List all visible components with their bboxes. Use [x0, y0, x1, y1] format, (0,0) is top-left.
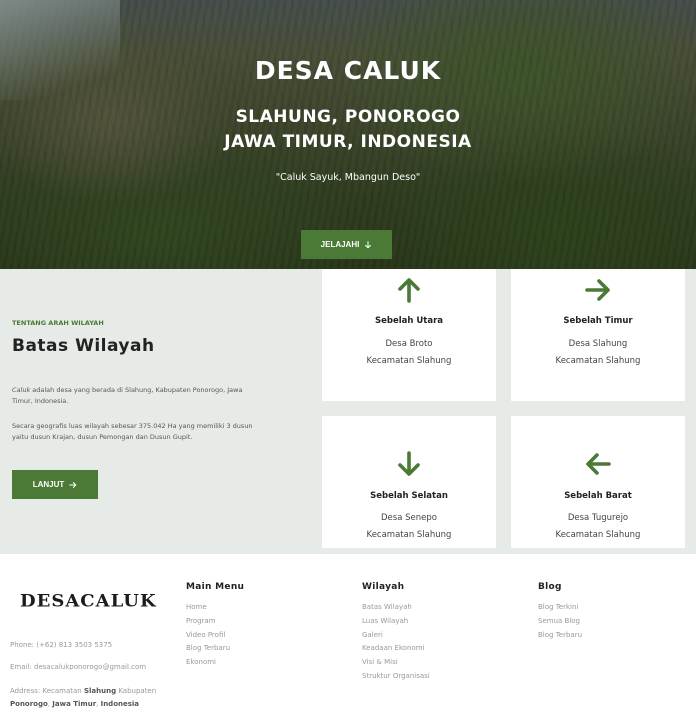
footer-blog-heading: Blog — [538, 582, 562, 592]
footer-logo[interactable]: DESACALUK — [20, 592, 157, 612]
footer-wilayah-heading: Wilayah — [362, 582, 405, 592]
hero-tagline: "Caluk Sayuk, Mbangun Deso" — [275, 172, 421, 183]
arrow-down-icon — [398, 451, 420, 476]
footer-blog: Blog Blog Terkini Semua Blog Blog Terbar… — [538, 582, 582, 642]
footer-address: Address: Kecamatan Slahung Kabupaten Pon… — [10, 685, 160, 711]
jelajahi-button[interactable]: JELAJAHI — [301, 230, 392, 259]
about-eyebrow: TENTANG ARAH WILAYAH — [12, 319, 104, 327]
footer-link-blog-terbaru-2[interactable]: Blog Terbaru — [538, 629, 582, 643]
card-desa: Desa Broto — [385, 339, 433, 349]
about-block: TENTANG ARAH WILAYAH Batas Wilayah Caluk… — [12, 269, 302, 554]
footer-link-blog-terbaru[interactable]: Blog Terbaru — [186, 642, 244, 656]
card-desa: Desa Tugurejo — [567, 513, 629, 523]
card-kecamatan: Kecamatan Slahung — [366, 530, 452, 540]
card-timur: Sebelah Timur Desa Slahung Kecamatan Sla… — [511, 269, 685, 401]
footer-email: Email: desacalukponorogo@gmail.com — [10, 663, 147, 671]
card-barat: Sebelah Barat Desa Tugurejo Kecamatan Sl… — [511, 416, 685, 548]
arrow-down-icon — [365, 240, 372, 248]
card-desa: Desa Slahung — [568, 339, 628, 349]
footer-wilayah: Wilayah Batas Wilayah Luas Wilayah Galer… — [362, 582, 430, 684]
footer-phone: Phone: (+62) 813 3503 5375 — [10, 641, 113, 649]
card-selatan: Sebelah Selatan Desa Senepo Kecamatan Sl… — [322, 416, 496, 548]
batas-wilayah-section: TENTANG ARAH WILAYAH Batas Wilayah Caluk… — [0, 269, 696, 554]
footer-link-program[interactable]: Program — [186, 615, 244, 629]
about-paragraph-2: Secara geografis luas wilayah sebesar 37… — [12, 422, 253, 442]
address-province: Jawa Timur — [52, 699, 97, 708]
hero-title: DESA CALUK — [254, 56, 442, 85]
footer-main-menu-heading: Main Menu — [186, 582, 245, 592]
address-kecamatan: Slahung — [83, 687, 117, 695]
card-title: Sebelah Utara — [374, 316, 444, 326]
about-title: Batas Wilayah — [12, 336, 155, 356]
card-desa: Desa Senepo — [381, 513, 437, 523]
footer-link-blog-terkini[interactable]: Blog Terkini — [538, 601, 582, 615]
about-paragraph-1-text: adalah desa yang berada di Slahung, Kabu… — [12, 386, 243, 406]
arrow-up-icon — [398, 278, 420, 303]
arrow-left-icon — [586, 453, 611, 475]
footer-link-galeri[interactable]: Galeri — [362, 629, 430, 643]
hero-content: DESA CALUK SLAHUNG, PONOROGO JAWA TIMUR,… — [0, 0, 696, 269]
footer-main-menu: Main Menu Home Program Video Profil Blog… — [186, 582, 244, 670]
address-country: Indonesia — [100, 699, 140, 708]
card-kecamatan: Kecamatan Slahung — [366, 356, 452, 366]
hero-subtitle-line2: JAWA TIMUR, INDONESIA — [224, 132, 472, 152]
card-title: Sebelah Barat — [564, 491, 632, 501]
site-footer: DESACALUK Phone: (+62) 813 3503 5375 Ema… — [0, 554, 696, 725]
footer-link-batas-wilayah[interactable]: Batas Wilayah — [362, 601, 430, 615]
jelajahi-button-label: JELAJAHI — [320, 240, 360, 249]
arrow-right-icon — [69, 481, 77, 488]
about-paragraph-1-em: Caluk — [12, 386, 31, 394]
about-paragraph-1: Caluk adalah desa yang berada di Slahung… — [12, 385, 262, 407]
arrow-right-icon — [585, 279, 610, 301]
address-kabupaten: Ponorogo — [10, 699, 48, 708]
footer-link-video-profil[interactable]: Video Profil — [186, 629, 244, 643]
address-prefix: Address: Kecamatan — [10, 687, 84, 695]
address-mid-1: Kabupaten — [116, 687, 157, 695]
footer-link-struktur-organisasi[interactable]: Struktur Organisasi — [362, 670, 430, 684]
card-title: Sebelah Timur — [563, 316, 633, 326]
footer-link-semua-blog[interactable]: Semua Blog — [538, 615, 582, 629]
card-utara: Sebelah Utara Desa Broto Kecamatan Slahu… — [322, 269, 496, 401]
card-kecamatan: Kecamatan Slahung — [555, 530, 641, 540]
card-kecamatan: Kecamatan Slahung — [555, 356, 641, 366]
footer-link-keadaan-ekonomi[interactable]: Keadaan Ekonomi — [362, 642, 430, 656]
footer-link-home[interactable]: Home — [186, 601, 244, 615]
footer-link-ekonomi[interactable]: Ekonomi — [186, 656, 244, 670]
hero-subtitle-line1: SLAHUNG, PONOROGO — [235, 107, 461, 127]
card-title: Sebelah Selatan — [370, 491, 448, 501]
footer-link-visi-misi[interactable]: Visi & Misi — [362, 656, 430, 670]
lanjut-button[interactable]: LANJUT — [12, 470, 98, 499]
lanjut-button-label: LANJUT — [32, 480, 65, 489]
footer-link-luas-wilayah[interactable]: Luas Wilayah — [362, 615, 430, 629]
hero-section: DESA CALUK SLAHUNG, PONOROGO JAWA TIMUR,… — [0, 0, 696, 269]
